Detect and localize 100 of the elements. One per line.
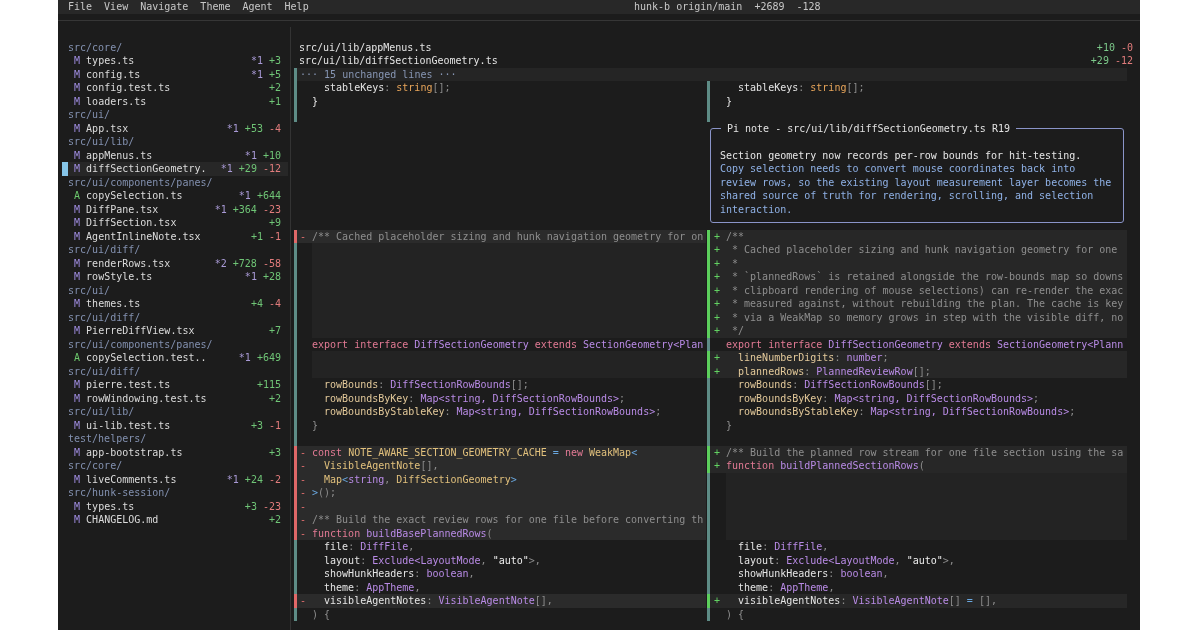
change-sign: - (300, 514, 307, 525)
change-sign: + (714, 325, 721, 336)
code-line: rowBounds: DiffSectionRowBounds[]; (737, 378, 943, 392)
folder-path: src/core/ (68, 41, 123, 53)
code-line: showHunkHeaders: boolean, (323, 567, 475, 581)
change-sign: + (714, 230, 721, 242)
file-list-item[interactable]: M pierre.test.ts +115 (62, 378, 288, 392)
code-line: /** Build the exact review rows for one file before converting th (312, 513, 704, 527)
line-change-count: +29 -12 (1090, 54, 1133, 68)
code-line: */ (731, 324, 745, 338)
code-line: file: DiffFile, (323, 540, 415, 554)
code-line: Map<string, DiffSectionGeometry> (323, 472, 517, 486)
menu-item[interactable]: Help (284, 0, 309, 14)
folder-path: src/ui/diff/ (68, 365, 141, 377)
branch-status: hunk-b origin/main +2689 -128 (634, 0, 821, 14)
note-title: Pi note - src/ui/lib/diffSectionGeometry.ts R19 (726, 121, 1011, 135)
code-line: rowBounds: DiffSectionRowBounds[]; (323, 378, 529, 392)
folder-path: src/ui/ (68, 109, 111, 120)
code-line: export interface DiffSectionGeometry extends SectionGeometry<Plann (726, 337, 1124, 351)
code-line: visibleAgentNotes: VisibleAgentNote[], (323, 594, 553, 608)
change-sign: + (714, 311, 721, 323)
menu-item[interactable]: View (104, 0, 129, 14)
file-list-item[interactable]: M renderRows.tsx *2 +728 -58 (62, 256, 288, 270)
code-line: rowBoundsByKey: Map<string, DiffSectionRowBounds>; (323, 391, 626, 405)
change-sign: + (714, 298, 721, 309)
expand-unchanged-lines[interactable]: ··· 15 unchanged lines ··· (294, 67, 1127, 81)
code-line: rowBoundsByStableKey: Map<string, DiffSectionRowBounds>; (737, 405, 1076, 419)
code-line: >(); (312, 486, 337, 500)
file-list-item[interactable]: M rowWindowing.test.ts +2 (62, 391, 288, 405)
file-list-item[interactable]: M app-bootstrap.ts +3 (62, 445, 288, 459)
change-sign: - (300, 230, 307, 242)
menu-item[interactable]: Agent (242, 0, 273, 14)
code-line: } (312, 94, 319, 108)
code-line: rowBoundsByKey: Map<string, DiffSectionRowBounds>; (737, 391, 1040, 405)
file-list-item[interactable]: M DiffPane.tsx *1 +364 -23 (62, 202, 288, 216)
code-line: /** Build the planned row stream for one file section using the sa (726, 445, 1124, 459)
folder-path: src/ui/components/panes/ (68, 176, 213, 188)
file-list-item[interactable]: M themes.ts +4 -4 (62, 297, 288, 311)
folder-path: src/ui/lib/ (68, 406, 135, 417)
file-list-item[interactable]: A copySelection.test.. *1 +649 (62, 351, 288, 365)
code-line: } (726, 94, 733, 108)
change-sign: - (300, 446, 307, 458)
change-sign: - (300, 473, 307, 485)
change-sign: + (714, 365, 721, 377)
code-line: visibleAgentNotes: VisibleAgentNote[] = [], (737, 594, 997, 608)
code-line: file: DiffFile, (737, 540, 829, 554)
code-line: * (731, 256, 739, 270)
file-path: src/ui/lib/diffSectionGeometry.ts (299, 54, 498, 68)
folder-path: test/helpers/ (68, 433, 147, 444)
file-list-item[interactable]: M DiffSection.tsx +9 (62, 216, 288, 230)
file-list-item[interactable]: M types.ts +3 -23 (62, 499, 288, 513)
code-line: } (726, 418, 733, 432)
file-list-item[interactable]: M PierreDiffView.tsx +7 (62, 324, 288, 338)
code-line: lineNumberDigits: number; (737, 351, 889, 365)
code-line: /** Cached placeholder sizing and hunk navigation geometry for on (312, 229, 704, 243)
code-line: * `plannedRows` is retained alongside the row-bounds map so downs (731, 270, 1124, 284)
file-list-item[interactable]: M ui-lib.test.ts +3 -1 (62, 418, 288, 432)
folder-path: src/core/ (68, 460, 123, 471)
change-sign: + (714, 244, 721, 255)
code-line: * clipboard rendering of mouse selections) can re-render the exac (731, 283, 1124, 297)
folder-path: src/ui/lib/ (68, 136, 135, 147)
file-list-item[interactable]: A copySelection.ts *1 +644 (62, 189, 288, 203)
code-line: stableKeys: string[]; (737, 81, 865, 95)
file-list-item[interactable]: M diffSectionGeometry. *1 +29 -12 (62, 162, 288, 176)
menu-item[interactable]: Navigate (140, 0, 189, 14)
code-line: ) { (726, 607, 745, 621)
file-list-item[interactable]: M rowStyle.ts *1 +28 (62, 270, 288, 284)
menu-item[interactable]: Theme (200, 0, 231, 14)
change-sign: + (714, 271, 721, 282)
file-list-item[interactable]: M appMenus.ts *1 +10 (62, 148, 288, 162)
code-line: } (312, 418, 319, 432)
file-list-item[interactable]: M CHANGELOG.md +2 (62, 513, 288, 527)
file-list-item[interactable]: M loaders.ts +1 (62, 94, 288, 108)
folder-path: src/ui/ (68, 284, 111, 296)
change-sign: + (714, 446, 721, 458)
cursor-block-icon (62, 162, 68, 176)
code-line: ) { (312, 607, 331, 621)
note-summary: Section geometry now records per-row bounds for hit-testing. (720, 148, 1083, 162)
code-line: function buildBasePlannedRows( (312, 526, 493, 540)
folder-path: src/hunk-session/ (68, 487, 171, 498)
file-list-item[interactable]: M App.tsx *1 +53 -4 (62, 121, 288, 135)
code-line: /** (726, 229, 745, 243)
file-list-item[interactable]: M liveComments.ts *1 +24 -2 (62, 472, 288, 486)
change-sign: + (714, 284, 721, 296)
file-list-item[interactable]: M AgentInlineNote.tsx +1 -1 (62, 229, 288, 243)
file-list-item[interactable]: M config.ts *1 +5 (62, 67, 288, 81)
file-list-item[interactable]: M config.test.ts +2 (62, 81, 288, 95)
code-line: * measured against, without rebuilding the plan. The cache is key (731, 297, 1124, 311)
file-list-item[interactable]: M types.ts *1 +3 (62, 54, 288, 68)
code-line: * Cached placeholder sizing and hunk navigation geometry for one (731, 243, 1118, 257)
code-line: VisibleAgentNote[], (323, 459, 439, 473)
code-line: const NOTE_AWARE_SECTION_GEOMETRY_CACHE = new WeakMap< (312, 445, 638, 459)
code-line: stableKeys: string[]; (323, 81, 451, 95)
folder-path: src/ui/diff/ (68, 311, 141, 323)
menu-item[interactable]: File (68, 0, 93, 14)
code-line: function buildPlannedSectionRows( (726, 459, 925, 473)
change-sign: + (714, 257, 721, 269)
code-line: theme: AppTheme, (323, 580, 421, 594)
code-line: theme: AppTheme, (737, 580, 835, 594)
line-change-count: +10 -0 (1096, 40, 1133, 54)
